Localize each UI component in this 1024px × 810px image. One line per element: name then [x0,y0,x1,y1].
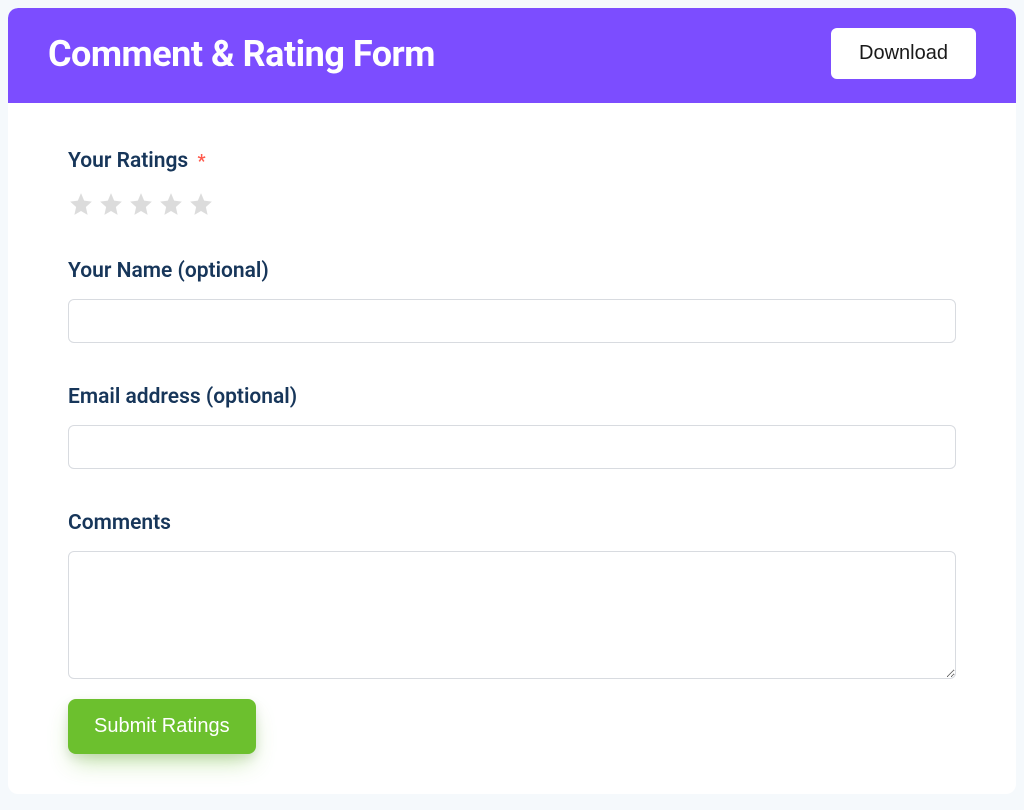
ratings-group: Your Ratings * [68,149,956,217]
form-header: Comment & Rating Form Download [8,8,1016,103]
star-icon[interactable] [68,191,94,217]
email-input[interactable] [68,425,956,469]
page-title: Comment & Rating Form [48,33,435,75]
name-input[interactable] [68,299,956,343]
star-rating[interactable] [68,191,956,217]
ratings-label: Your Ratings * [68,149,956,173]
comments-textarea[interactable] [68,551,956,679]
star-icon[interactable] [98,191,124,217]
form-body: Your Ratings * Your Name (optional) Emai… [8,103,1016,794]
name-group: Your Name (optional) [68,259,956,343]
form-card: Comment & Rating Form Download Your Rati… [8,8,1016,794]
name-label: Your Name (optional) [68,259,956,283]
star-icon[interactable] [188,191,214,217]
ratings-label-text: Your Ratings [68,149,188,173]
required-indicator: * [197,151,205,172]
download-button[interactable]: Download [831,28,976,79]
star-icon[interactable] [128,191,154,217]
comments-label: Comments [68,511,956,535]
submit-button[interactable]: Submit Ratings [68,699,256,754]
email-label: Email address (optional) [68,385,956,409]
star-icon[interactable] [158,191,184,217]
comments-group: Comments [68,511,956,683]
email-group: Email address (optional) [68,385,956,469]
